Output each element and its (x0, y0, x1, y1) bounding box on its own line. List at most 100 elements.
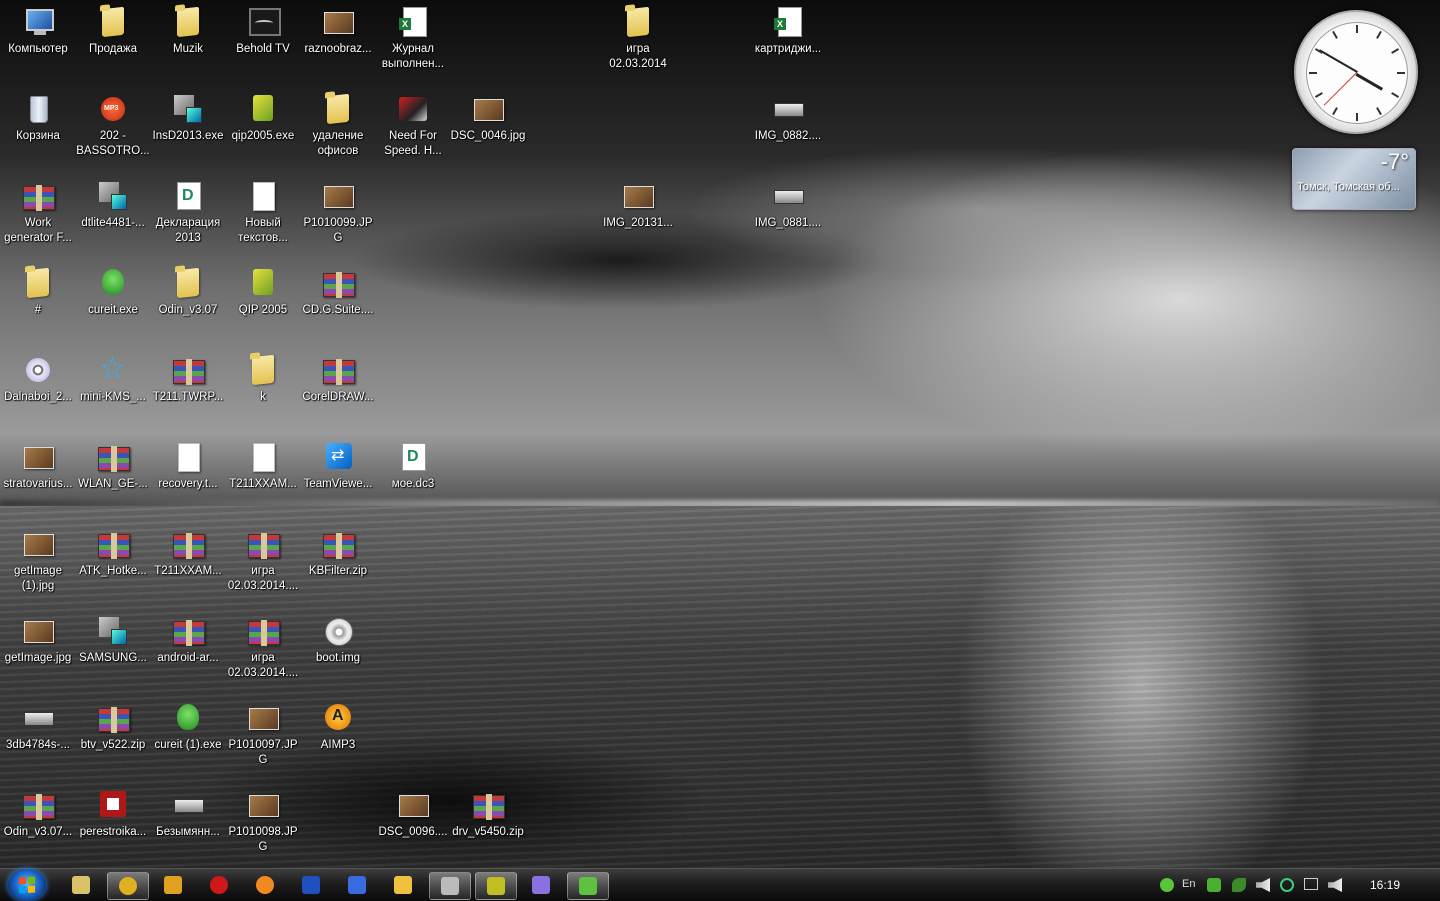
desktop-icon-label: P1010097.JPG (228, 739, 298, 766)
desktop-icon[interactable]: Work generator F... (0, 174, 76, 246)
desktop-icon-label: perestroika... (79, 826, 147, 838)
utorrent-tray-icon[interactable] (1160, 878, 1174, 892)
speaker-tray-icon[interactable] (1328, 878, 1342, 892)
desktop-icon[interactable]: Need For Speed. H... (375, 87, 451, 159)
desktop-icon[interactable]: игра 02.03.2014 (600, 0, 676, 72)
desktop-icon[interactable]: Odin_v3.07... (0, 783, 76, 840)
photo-icon (247, 702, 279, 734)
desktop-icon[interactable]: IMG_20131... (600, 174, 676, 231)
vs-taskbar-button[interactable] (521, 872, 561, 898)
desktop-icon[interactable]: WLAN_GE-... (75, 435, 151, 492)
desktop-icon[interactable]: InsD2013.exe (150, 87, 226, 144)
desktop-icon[interactable]: dtlite4481-... (75, 174, 151, 231)
desktop-icon[interactable]: drv_v5450.zip (450, 783, 526, 840)
desktop-icon[interactable]: recovery.t... (150, 435, 226, 492)
utorrent-taskbar-button[interactable] (567, 872, 609, 900)
language-indicator[interactable]: En (1182, 878, 1195, 890)
opera-icon (210, 876, 228, 894)
volume-tray-icon[interactable] (1256, 878, 1270, 892)
desktop-icon[interactable]: stratovarius... (0, 435, 76, 492)
desktop-icon[interactable]: AIMP3 (300, 696, 376, 753)
desktop-icon[interactable]: ATK_Hotke... (75, 522, 151, 579)
clock-gadget[interactable] (1294, 10, 1418, 134)
desktop-icon-label: Muzik (172, 43, 204, 55)
desktop-icon[interactable]: T211.TWRP... (150, 348, 226, 405)
desktop-icon[interactable]: IMG_0881.... (750, 174, 826, 231)
desktop-icon[interactable]: Продажа (75, 0, 151, 57)
desktop-icon[interactable]: Dalnaboi_2... (0, 348, 76, 405)
desktop-icon[interactable]: T211XXAM... (225, 435, 301, 492)
desktop-icon[interactable]: Odin_v3.07 (150, 261, 226, 318)
desktop-icon[interactable]: btv_v522.zip (75, 696, 151, 753)
desktop-icon[interactable]: boot.img (300, 609, 376, 666)
desktop-icon[interactable]: cureit (1).exe (150, 696, 226, 753)
desktop-icon[interactable]: KBFilter.zip (300, 522, 376, 579)
desktop-icon[interactable]: ☆ mini-KMS_... (75, 348, 151, 405)
desktop-icon-label: KBFilter.zip (308, 565, 368, 577)
clock-app-taskbar-button[interactable] (383, 872, 423, 898)
desktop-icon[interactable]: удаление офисов (300, 87, 376, 159)
update-tray-icon[interactable] (1280, 878, 1294, 892)
desktop-icon[interactable]: TeamViewe... (300, 435, 376, 492)
desktop-icon[interactable]: qip2005.exe (225, 87, 301, 144)
folder-icon (22, 267, 54, 299)
desktop-icon[interactable]: # (0, 261, 76, 318)
desktop-icon[interactable]: Behold TV (225, 0, 301, 57)
desktop-icon[interactable]: cureit.exe (75, 261, 151, 318)
start-button[interactable] (8, 869, 46, 901)
winrar-icon (97, 441, 130, 473)
desktop-icon[interactable]: Корзина (0, 87, 76, 144)
network-tray-icon[interactable] (1304, 878, 1318, 890)
desktop-icon[interactable]: Безымянн... (150, 783, 226, 840)
firefox-taskbar-button[interactable] (245, 872, 285, 898)
desktop-icon[interactable]: P1010099.JPG (300, 174, 376, 246)
nvidia-tray-icon[interactable] (1232, 878, 1246, 892)
d-app-taskbar-button[interactable] (337, 872, 377, 898)
qip-tray-icon[interactable] (1207, 878, 1221, 892)
desktop-icon[interactable]: CorelDRAW... (300, 348, 376, 405)
clock-tick (1376, 30, 1382, 39)
teamviewer-icon (322, 441, 354, 473)
desktop-icon[interactable]: Журнал выполнен... (375, 0, 451, 72)
desktop-icon[interactable]: getImage.jpg (0, 609, 76, 666)
car-icon (397, 93, 429, 125)
explorer-taskbar-button[interactable] (61, 872, 101, 898)
declaration-icon (172, 180, 204, 212)
desktop-icon[interactable]: игра 02.03.2014.... (225, 609, 301, 681)
desktop-icon[interactable]: android-ar... (150, 609, 226, 666)
desktop-icon[interactable]: Декларация 2013 (150, 174, 226, 246)
desktop-icon[interactable]: QIP 2005 (225, 261, 301, 318)
winrar-icon (172, 354, 205, 386)
desktop-icon[interactable]: Компьютер (0, 0, 76, 57)
desktop-icon[interactable]: IMG_0882.... (750, 87, 826, 144)
desktop-icon[interactable]: 3db4784s-... (0, 696, 76, 753)
desktop-icon[interactable]: Muzik (150, 0, 226, 57)
qip-taskbar-button[interactable] (475, 872, 517, 900)
desktop-icon[interactable]: 202 - BASSOTRO... (75, 87, 151, 159)
desktop-icon[interactable]: perestroika... (75, 783, 151, 840)
desktop-icon[interactable]: мое.dc3 (375, 435, 451, 492)
clock-tick (1314, 92, 1323, 98)
desktop-icon[interactable]: CD.G.Suite.... (300, 261, 376, 318)
desktop-icon[interactable]: P1010097.JPG (225, 696, 301, 768)
floppy-taskbar-button[interactable] (291, 872, 331, 898)
desktop-icon[interactable]: SAMSUNG... (75, 609, 151, 666)
desktop-icon[interactable]: k (225, 348, 301, 405)
desktop-icon-label: Odin_v3.07... (3, 826, 73, 838)
app-taskbar-button[interactable] (153, 872, 193, 898)
taskbar-clock[interactable]: 16:19 (1370, 878, 1400, 892)
desktop-icon[interactable]: DSC_0096.... (375, 783, 451, 840)
desktop-icon[interactable]: P1010098.JPG (225, 783, 301, 855)
declaration-icon (397, 441, 429, 473)
desktop-icon[interactable]: raznoobraz... (300, 0, 376, 57)
desktop-icon[interactable]: getImage (1).jpg (0, 522, 76, 594)
weather-gadget[interactable]: -7° Томск, Томская об... (1292, 148, 1416, 210)
desktop-icon[interactable]: DSC_0046.jpg (450, 87, 526, 144)
desktop-icon[interactable]: картриджи... (750, 0, 826, 57)
printer-taskbar-button[interactable] (429, 872, 471, 900)
opera-taskbar-button[interactable] (199, 872, 239, 898)
desktop-icon[interactable]: игра 02.03.2014.... (225, 522, 301, 594)
desktop-icon[interactable]: T211XXAM... (150, 522, 226, 579)
chrome-taskbar-button[interactable] (107, 872, 149, 900)
desktop-icon[interactable]: Новый текстов... (225, 174, 301, 246)
